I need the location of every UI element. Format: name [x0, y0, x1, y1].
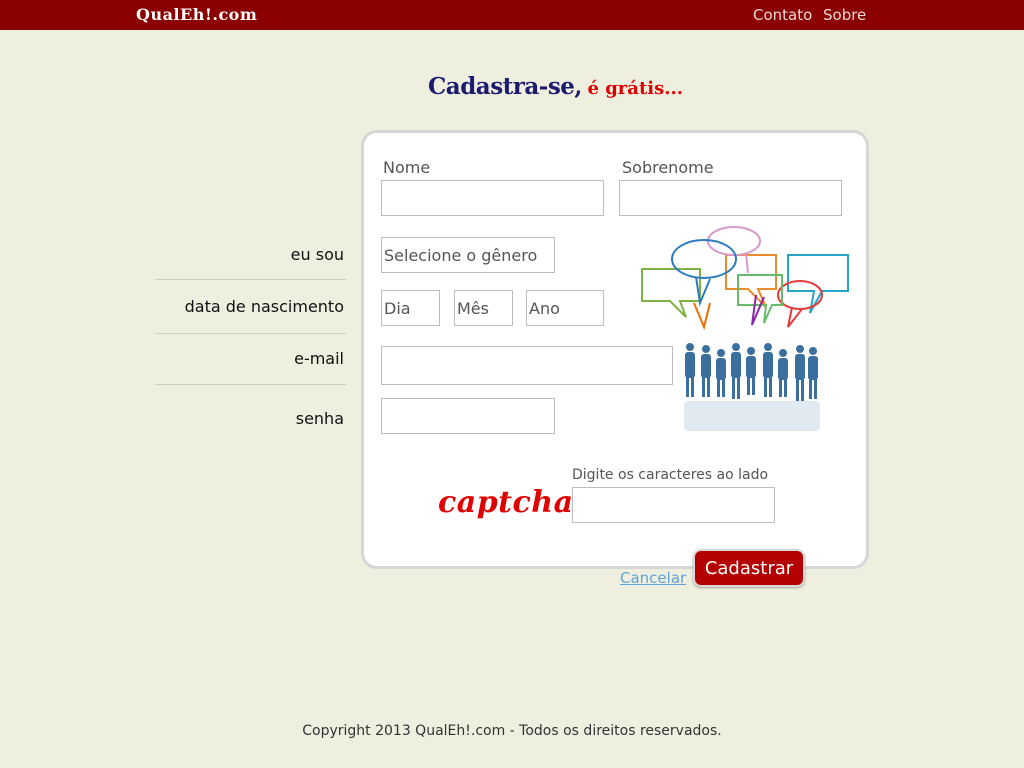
divider — [155, 333, 346, 334]
divider — [155, 279, 346, 280]
site-logo[interactable]: QualEh!.com — [136, 5, 257, 24]
label-birthdate: data de nascimento — [184, 297, 344, 316]
divider — [155, 384, 346, 385]
password-input[interactable] — [381, 398, 555, 434]
label-gender: eu sou — [290, 245, 344, 264]
captcha-input[interactable] — [572, 487, 775, 523]
label-password: senha — [295, 409, 344, 428]
footer-copyright: Copyright 2013 QualEh!.com - Todos os di… — [302, 723, 722, 739]
captcha-label: Digite os caracteres ao lado — [572, 467, 769, 483]
title-accent: é grátis... — [587, 78, 684, 99]
captcha-image: captcha — [438, 485, 574, 520]
last-name-label: Sobrenome — [622, 158, 714, 177]
birth-day-input[interactable] — [381, 290, 440, 326]
title-main: Cadastra-se, — [428, 73, 582, 100]
nav-sobre[interactable]: Sobre — [823, 6, 866, 24]
gender-select[interactable] — [381, 237, 555, 273]
email-input[interactable] — [381, 346, 673, 385]
submit-button[interactable]: Cadastrar — [693, 549, 805, 587]
label-email: e-mail — [294, 349, 344, 368]
birth-month-input[interactable] — [454, 290, 513, 326]
last-name-input[interactable] — [619, 180, 842, 216]
birth-year-input[interactable] — [526, 290, 604, 326]
nav-contato[interactable]: Contato — [753, 6, 812, 24]
cancel-link[interactable]: Cancelar — [620, 569, 686, 587]
first-name-label: Nome — [383, 158, 431, 177]
first-name-input[interactable] — [381, 180, 604, 216]
top-bar: QualEh!.com Contato Sobre — [0, 0, 1024, 30]
people-speech-bubbles-icon — [641, 226, 849, 431]
page-title: Cadastra-se, é grátis... — [428, 73, 683, 100]
